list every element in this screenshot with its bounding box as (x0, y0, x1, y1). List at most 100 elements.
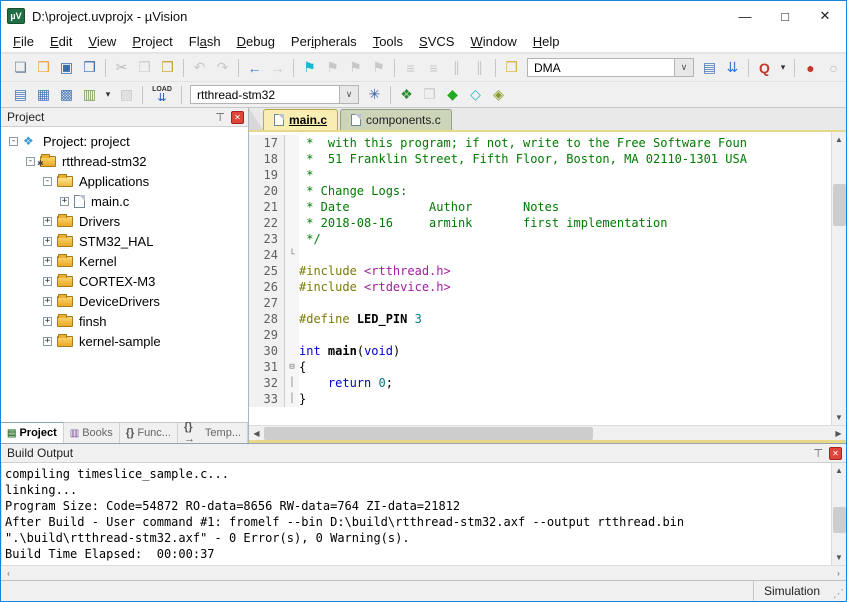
tree-expander-icon[interactable]: + (43, 297, 52, 306)
batch-build-icon[interactable]: ▥ (78, 84, 101, 105)
menu-help[interactable]: Help (525, 32, 568, 51)
tree-expander-icon[interactable]: - (43, 177, 52, 186)
scroll-right-icon[interactable]: ▶ (831, 426, 846, 441)
translate-file-icon[interactable]: ▤ (9, 84, 32, 105)
tree-expander-icon[interactable]: + (43, 337, 52, 346)
tree-item-finsh[interactable]: +finsh (1, 311, 248, 331)
scroll-thumb[interactable] (833, 184, 846, 226)
new-file-icon[interactable]: ❏ (9, 57, 32, 78)
editor-horizontal-scrollbar[interactable]: ◀ ▶ (249, 425, 846, 440)
scroll-up-icon[interactable]: ▲ (832, 132, 847, 147)
tree-expander-icon[interactable]: + (60, 197, 69, 206)
tree-item-cortex-m3[interactable]: +CORTEX-M3 (1, 271, 248, 291)
close-button[interactable]: ✕ (818, 8, 832, 24)
rebuild-all-icon[interactable]: ▩ (55, 84, 78, 105)
pin-icon[interactable]: ⊤ (813, 447, 823, 460)
menu-project[interactable]: Project (124, 32, 180, 51)
manage-rte-icon[interactable]: ❖ (395, 84, 418, 105)
tree-item-main-c[interactable]: +main.c (1, 191, 248, 211)
line-number: 32 (249, 375, 285, 391)
tree-expander-icon[interactable]: + (43, 317, 52, 326)
find-options-icon[interactable]: Q (753, 57, 776, 78)
tree-expander-icon[interactable]: - (9, 137, 18, 146)
build-output-close-icon[interactable]: ✕ (829, 447, 842, 460)
scroll-right-icon[interactable]: › (831, 566, 846, 581)
tab-components-c[interactable]: components.c (340, 109, 452, 130)
menu-file[interactable]: File (5, 32, 42, 51)
open-file-icon[interactable]: ❒ (32, 57, 55, 78)
console-line: Build Time Elapsed: 00:00:37 (5, 546, 831, 562)
target-combo-value[interactable]: rtthread-stm32 (190, 85, 340, 104)
panel-tab-books[interactable]: ▥Books (64, 423, 120, 443)
fold-margin (285, 167, 299, 183)
pack-installer-icon[interactable]: ◈ (487, 84, 510, 105)
scroll-down-icon[interactable]: ▼ (832, 550, 847, 565)
search-combo-dropdown-icon[interactable]: ∨ (675, 58, 694, 77)
main-area: Project ⊤ ✕ -❖Project: project-✱rtthread… (1, 108, 846, 443)
function-editor-icon[interactable]: ◆ (441, 84, 464, 105)
scroll-thumb[interactable] (833, 507, 846, 533)
incremental-find-icon[interactable]: ⇊ (721, 57, 744, 78)
tree-expander-icon[interactable]: + (43, 237, 52, 246)
tree-item-applications[interactable]: -Applications (1, 171, 248, 191)
build-icon[interactable]: ▦ (32, 84, 55, 105)
scroll-up-icon[interactable]: ▲ (832, 463, 847, 478)
tree-item-drivers[interactable]: +Drivers (1, 211, 248, 231)
target-options-icon[interactable]: ✳ (363, 84, 386, 105)
target-combo-dropdown-icon[interactable]: ∨ (340, 85, 359, 104)
tree-expander-icon[interactable]: + (43, 217, 52, 226)
menu-peripherals[interactable]: Peripherals (283, 32, 365, 51)
menu-flash[interactable]: Flash (181, 32, 229, 51)
build-output-console[interactable]: compiling timeslice_sample.c...linking..… (1, 463, 831, 565)
tree-item-stm32-hal[interactable]: +STM32_HAL (1, 231, 248, 251)
configure-target-icon[interactable]: ◇ (464, 84, 487, 105)
minimize-button[interactable]: — (738, 9, 752, 24)
panel-tab-temp[interactable]: {}→Temp... (178, 423, 248, 443)
project-panel-close-icon[interactable]: ✕ (231, 111, 244, 124)
menu-window[interactable]: Window (462, 32, 524, 51)
tree-item-kernel[interactable]: +Kernel (1, 251, 248, 271)
breakpoint-icon[interactable]: ● (799, 57, 822, 78)
download-button[interactable]: LOAD⇊ (147, 83, 177, 106)
find-options-caret-icon[interactable]: ▾ (776, 57, 790, 78)
scroll-down-icon[interactable]: ▼ (832, 410, 847, 425)
navigate-back-icon[interactable]: ← (243, 57, 266, 78)
tree-item-kernel-sample[interactable]: +kernel-sample (1, 331, 248, 351)
maximize-button[interactable]: □ (778, 9, 792, 24)
paste-icon[interactable]: ❒ (156, 57, 179, 78)
menu-edit[interactable]: Edit (42, 32, 80, 51)
menu-svcs[interactable]: SVCS (411, 32, 462, 51)
scroll-thumb[interactable] (264, 427, 593, 440)
tree-item-project-project[interactable]: -❖Project: project (1, 131, 248, 151)
pin-icon[interactable]: ⊤ (215, 111, 225, 124)
search-combo-value[interactable]: DMA (527, 58, 675, 77)
code-editor[interactable]: 17 * with this program; if not, write to… (249, 132, 831, 425)
find-next-icon[interactable]: ▤ (698, 57, 721, 78)
batch-build-caret-icon[interactable]: ▾ (101, 84, 115, 105)
search-combo[interactable]: DMA∨ (527, 58, 694, 77)
save-icon[interactable]: ▣ (55, 57, 78, 78)
menu-debug[interactable]: Debug (229, 32, 283, 51)
fold-collapse-icon[interactable]: ⊟ (285, 359, 299, 375)
editor-vertical-scrollbar[interactable]: ▲ ▼ (831, 132, 846, 425)
tab-main-c[interactable]: main.c (263, 109, 338, 130)
tree-expander-icon[interactable]: + (43, 257, 52, 266)
tree-item-devicedrivers[interactable]: +DeviceDrivers (1, 291, 248, 311)
panel-tab-func[interactable]: {}Func... (120, 423, 178, 443)
menu-view[interactable]: View (80, 32, 124, 51)
tree-expander-icon[interactable]: - (26, 157, 35, 166)
output-horizontal-scrollbar[interactable]: ‹ › (1, 565, 846, 580)
scroll-left-icon[interactable]: ‹ (1, 566, 16, 581)
panel-tab-project[interactable]: ▤Project (1, 422, 64, 443)
resize-grip[interactable]: ⋰ (830, 581, 846, 601)
output-vertical-scrollbar[interactable]: ▲ ▼ (831, 463, 846, 565)
target-combo[interactable]: rtthread-stm32∨ (190, 85, 359, 104)
find-in-files-icon[interactable]: ❒ (500, 57, 523, 78)
scroll-left-icon[interactable]: ◀ (249, 426, 264, 441)
save-all-icon[interactable]: ❒ (78, 57, 101, 78)
menu-tools[interactable]: Tools (365, 32, 411, 51)
bookmark-toggle-icon[interactable]: ⚑ (298, 57, 321, 78)
tree-expander-icon[interactable]: + (43, 277, 52, 286)
tree-item-rtthread-stm32[interactable]: -✱rtthread-stm32 (1, 151, 248, 171)
breakpoint-disabled-icon[interactable]: ○ (822, 57, 845, 78)
